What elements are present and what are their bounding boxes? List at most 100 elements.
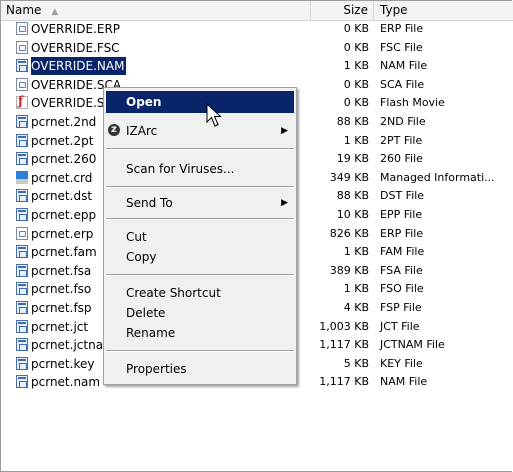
file-size: 1,117 KB [319,375,369,389]
file-name: pcrnet.jct [31,319,89,334]
file-size: 1 KB [343,133,369,147]
menu-item-label: Open [126,95,162,109]
system-file-icon [16,245,28,259]
file-name: pcrnet.fam [31,245,97,260]
file-type: ERP File [380,226,424,240]
file-type: FAM File [380,245,425,259]
file-size: 1,003 KB [319,319,369,333]
file-type: Flash Movie [380,96,445,110]
file-size: 1,117 KB [319,338,369,352]
file-type: JCT File [380,319,420,333]
system-file-icon [16,338,28,352]
menu-item-label: Rename [126,326,176,340]
file-size: 0 KB [343,22,369,35]
submenu-arrow-icon: ▶ [281,126,288,136]
system-file-icon [16,300,28,314]
type-column-header[interactable]: Type [374,1,513,20]
file-size: 10 KB [336,207,369,221]
file-size: 349 KB [329,170,369,184]
file-type: 2PT File [380,133,423,147]
file-name: OVERRIDE.NAM [31,57,127,76]
file-size: 0 KB [343,96,369,110]
file-row-selected[interactable]: OVERRIDE.NAM 1 KB NAM File [1,57,513,76]
file-type: FSO File [380,282,424,296]
menu-separator [106,186,294,188]
file-type: SCA File [380,77,425,91]
document-file-icon [16,40,28,54]
file-name: pcrnet.epp [31,207,97,222]
system-file-icon [16,133,28,147]
file-size: 5 KB [343,356,369,370]
menu-separator [106,218,294,220]
menu-item-scan-viruses[interactable]: Scan for Viruses... [106,158,294,180]
file-size: 389 KB [329,263,369,277]
file-name: pcrnet.fso [31,282,92,297]
file-name: pcrnet.erp [31,226,94,241]
file-name: pcrnet.dst [31,189,93,204]
file-size: 0 KB [343,77,369,91]
system-file-icon [16,189,28,203]
name-column-header[interactable]: Name ▲ [1,1,311,20]
menu-separator [106,350,294,352]
menu-separator [106,274,294,276]
menu-item-label: Properties [126,362,187,376]
file-name: pcrnet.2nd [31,114,97,129]
file-size: 826 KB [329,226,369,240]
menu-item-label: Scan for Viruses... [126,162,235,176]
menu-item-copy[interactable]: Copy [106,246,294,268]
file-size: 4 KB [343,300,369,314]
context-menu: Open IZArc ▶ Scan for Viruses... Send To ▶… [103,87,297,385]
file-type: ERP File [380,22,424,35]
file-type: NAM File [380,59,428,73]
file-row[interactable]: OVERRIDE.ERP 0 KB ERP File [1,20,513,39]
document-file-icon [16,226,28,240]
menu-item-label: Send To [126,196,173,210]
menu-item-cut[interactable]: Cut [106,226,294,248]
file-name: pcrnet.crd [31,170,93,185]
menu-separator [106,148,294,150]
file-type: JCTNAM File [380,338,445,352]
menu-item-label: Copy [126,250,157,264]
file-size: 88 KB [336,189,369,203]
submenu-arrow-icon: ▶ [281,198,288,208]
file-type: Managed Informati... [380,170,495,184]
menu-item-open[interactable]: Open [106,91,294,113]
menu-item-delete[interactable]: Delete [106,302,294,324]
file-name: OVERRIDE.SF [31,96,112,111]
system-file-icon [16,375,28,389]
file-type: 260 File [380,152,423,166]
menu-item-rename[interactable]: Rename [106,322,294,344]
file-type: FSP File [380,300,422,314]
file-name: pcrnet.fsp [31,300,92,315]
size-column-header[interactable]: Size [311,1,374,20]
menu-item-send-to[interactable]: Send To ▶ [106,192,294,214]
column-header: Name ▲ Size Type [1,1,513,21]
menu-item-label: Create Shortcut [126,286,221,300]
system-file-icon [16,282,28,296]
file-name: pcrnet.nam [31,375,101,390]
menu-item-label: Delete [126,306,166,320]
menu-item-izarc[interactable]: IZArc ▶ [106,119,294,142]
sort-ascending-icon: ▲ [51,7,59,17]
document-file-icon [16,77,28,91]
file-name: pcrnet.260 [31,152,97,167]
file-size: 0 KB [343,40,369,54]
file-row[interactable]: OVERRIDE.FSC 0 KB FSC File [1,39,513,58]
system-file-icon [16,114,28,128]
mouse-pointer-icon [206,103,222,127]
file-type: KEY File [380,356,423,370]
menu-item-properties[interactable]: Properties [106,358,294,380]
file-type: EPP File [380,207,423,221]
file-type: DST File [380,189,425,203]
system-file-icon [16,59,28,73]
menu-item-create-shortcut[interactable]: Create Shortcut [106,282,294,304]
managed-info-file-icon [16,170,28,184]
file-size: 1 KB [343,282,369,296]
file-type: FSC File [380,40,423,54]
flash-movie-icon [16,94,28,110]
file-type: NAM File [380,375,428,389]
name-header-label: Name [6,3,42,17]
document-file-icon [16,22,28,35]
system-file-icon [16,263,28,277]
file-name: OVERRIDE.FSC [31,40,120,55]
